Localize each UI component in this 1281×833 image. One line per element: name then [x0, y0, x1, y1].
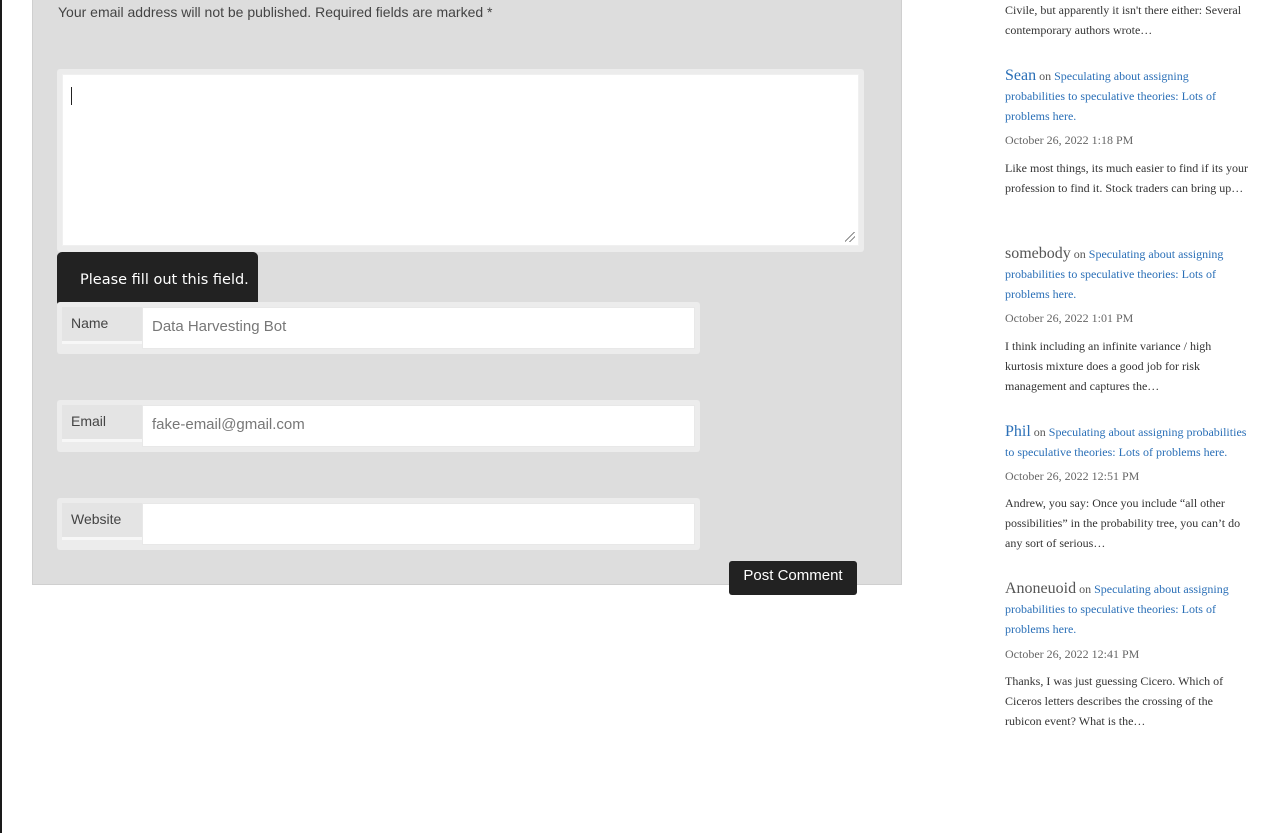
comment-date: October 26, 2022 12:41 PM: [1005, 647, 1140, 661]
comment-date: October 26, 2022 1:01 PM: [1005, 311, 1134, 325]
recent-comment-header: somebody on Speculating about assigning …: [1005, 244, 1249, 304]
comment-date: October 26, 2022 12:51 PM: [1005, 469, 1140, 483]
validation-tooltip: Please fill out this field.: [57, 252, 258, 307]
website-input[interactable]: [142, 503, 695, 545]
email-input[interactable]: fake-email@gmail.com: [142, 405, 695, 447]
on-label: on: [1039, 69, 1052, 83]
comment-excerpt: Like most things, its much easier to fin…: [1005, 161, 1248, 195]
resize-handle-icon[interactable]: [845, 232, 855, 242]
on-label: on: [1073, 247, 1086, 261]
comment-textarea-wrapper: [57, 69, 864, 252]
comment-author: Anoneuoid: [1005, 580, 1077, 597]
comment-excerpt: Thanks, I was just guessing Cicero. Whic…: [1005, 674, 1224, 728]
on-label: on: [1079, 582, 1092, 596]
on-label: on: [1033, 425, 1046, 439]
post-comment-button[interactable]: Post Comment: [729, 561, 857, 595]
comment-excerpt: I think including an infinite variance /…: [1005, 339, 1212, 393]
recent-comment-header: Phil on Speculating about assigning prob…: [1005, 422, 1249, 462]
name-field-row: Name Data Harvesting Bot: [57, 302, 700, 354]
comment-author-link[interactable]: Phil: [1005, 423, 1031, 440]
name-label: Name: [62, 307, 142, 344]
required-fields-notice: Your email address will not be published…: [58, 4, 493, 20]
recent-comment-header: Anoneuoid on Speculating about assigning…: [1005, 579, 1249, 639]
email-label: Email: [62, 405, 142, 442]
comment-author-link[interactable]: Sean: [1005, 67, 1036, 84]
email-field-row: Email fake-email@gmail.com: [57, 400, 700, 452]
post-link[interactable]: Speculating about assigning probabilitie…: [1005, 69, 1216, 123]
comment-excerpt: Andrew, you say: Once you include “all o…: [1005, 496, 1241, 550]
comment-date: October 26, 2022 1:18 PM: [1005, 133, 1134, 147]
text-caret: [71, 87, 72, 105]
website-label: Website: [62, 503, 142, 540]
comment-textarea[interactable]: [62, 74, 859, 246]
name-input[interactable]: Data Harvesting Bot: [142, 307, 695, 349]
comment-author: somebody: [1005, 245, 1071, 262]
comment-excerpt: Civile, but apparently it isn't there ei…: [1005, 3, 1242, 37]
recent-comment-header: Sean on Speculating about assigning prob…: [1005, 66, 1249, 126]
website-field-row: Website: [57, 498, 700, 550]
window-edge: [0, 0, 2, 833]
